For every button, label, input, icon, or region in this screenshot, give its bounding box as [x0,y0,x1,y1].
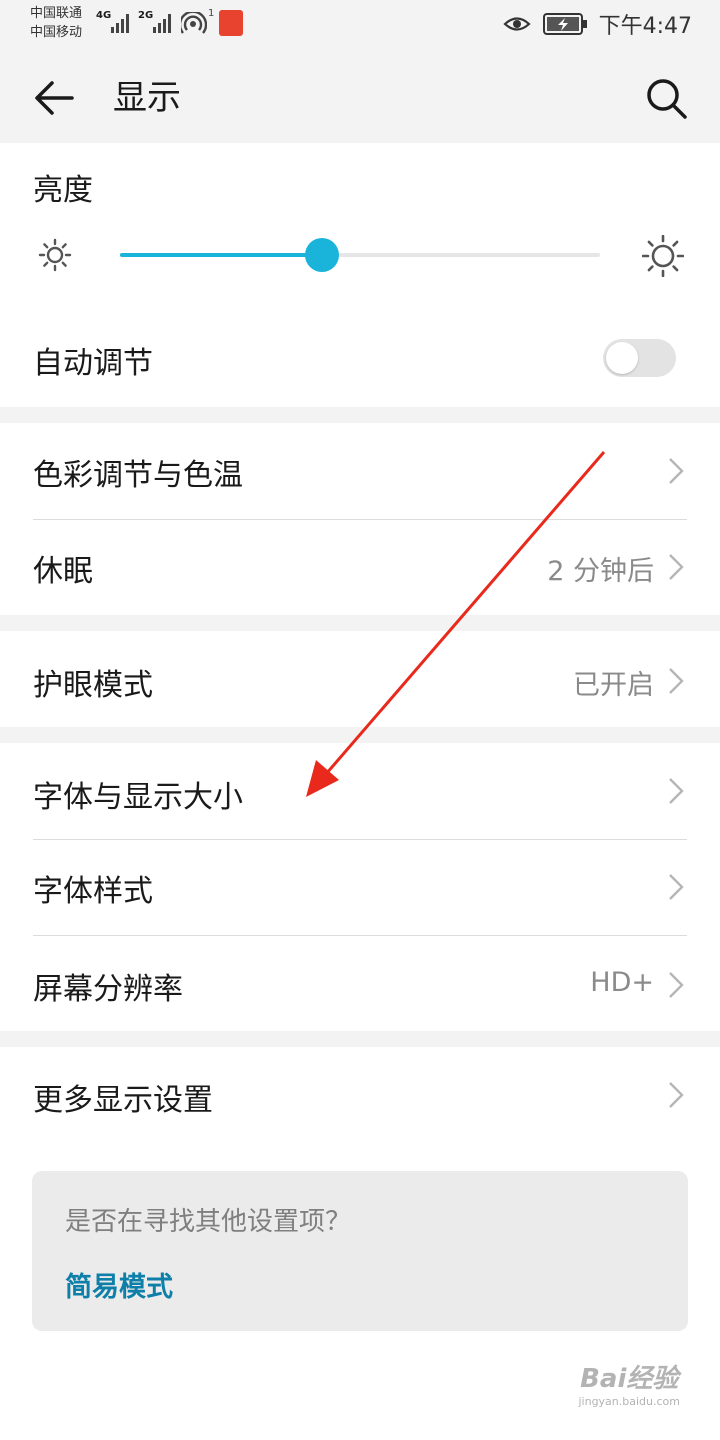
suggestion-question: 是否在寻找其他设置项？ [65,1207,352,1237]
auto-adjust-label: 自动调节 [33,346,153,381]
app-notification-icon [219,10,243,36]
resolution-value: HD+ [590,967,654,998]
chevron-right-icon [669,668,684,694]
carrier-labels: 中国联通 中国移动 [30,4,82,42]
network-2-label: 2G [138,10,154,21]
font-card: 字体与显示大小 字体样式 屏幕分辨率 HD+ [0,743,720,1031]
clock: 下午4:47 [598,14,692,39]
color-temperature-label: 色彩调节与色温 [33,458,243,493]
signal-1-icon [111,14,129,33]
resolution-label: 屏幕分辨率 [33,972,183,1007]
brightness-high-icon [642,235,684,277]
carrier-2: 中国移动 [30,25,83,40]
more-display-settings-label: 更多显示设置 [33,1083,213,1118]
eye-comfort-card: 护眼模式 已开启 [0,631,720,727]
font-style-row[interactable]: 字体样式 [0,839,720,935]
simple-mode-link[interactable]: 简易模式 [65,1265,173,1304]
search-icon[interactable] [642,74,690,122]
eye-comfort-value: 已开启 [573,670,654,701]
brightness-label: 亮度 [33,173,93,208]
hotspot-count: 1 [208,8,215,19]
suggestion-box: 是否在寻找其他设置项？ 简易模式 [32,1171,688,1331]
auto-adjust-toggle[interactable] [603,339,676,377]
signal-2-icon [153,14,171,33]
font-display-size-label: 字体与显示大小 [33,780,243,815]
more-display-settings-row[interactable]: 更多显示设置 [0,1047,720,1143]
auto-adjust-row[interactable]: 自动调节 [0,318,720,398]
color-temperature-row[interactable]: 色彩调节与色温 [0,423,720,519]
font-style-label: 字体样式 [33,874,153,909]
toggle-knob [606,342,638,374]
carrier-1: 中国联通 [30,6,83,21]
chevron-right-icon [669,972,684,998]
hotspot-icon [181,12,207,34]
chevron-right-icon [669,874,684,900]
baidu-watermark: Bai经验 jingyan.baidu.com [578,1358,680,1408]
battery-icon [542,13,587,35]
sleep-label: 休眠 [33,554,93,589]
brightness-slider[interactable] [120,238,600,272]
eye-icon [502,17,531,31]
eye-comfort-label: 护眼模式 [33,668,153,703]
chevron-right-icon [669,1082,684,1108]
back-arrow-icon[interactable] [30,74,78,122]
brightness-low-icon [38,238,72,272]
app-bar: 显示 [0,50,720,143]
brightness-slider-thumb[interactable] [304,238,339,272]
status-right: 下午4:47 [502,8,692,40]
eye-comfort-row[interactable]: 护眼模式 已开启 [0,631,720,727]
sleep-row[interactable]: 休眠 2 分钟后 [0,519,720,615]
watermark-url: jingyan.baidu.com [578,1395,680,1408]
brightness-slider-fill [120,253,322,257]
page-title: 显示 [113,78,181,118]
brightness-card: 亮度 自动调节 [0,143,720,407]
chevron-right-icon [669,554,684,580]
chevron-right-icon [669,778,684,804]
chevron-right-icon [669,458,684,484]
network-1-label: 4G [96,10,112,21]
font-display-size-row[interactable]: 字体与显示大小 [0,743,720,839]
resolution-row[interactable]: 屏幕分辨率 HD+ [0,935,720,1031]
watermark-logo: Bai经验 [580,1364,679,1394]
status-bar: 中国联通 中国移动 4G 2G 1 下午4:47 [0,0,720,50]
sleep-value: 2 分钟后 [547,556,654,587]
color-sleep-card: 色彩调节与色温 休眠 2 分钟后 [0,423,720,615]
